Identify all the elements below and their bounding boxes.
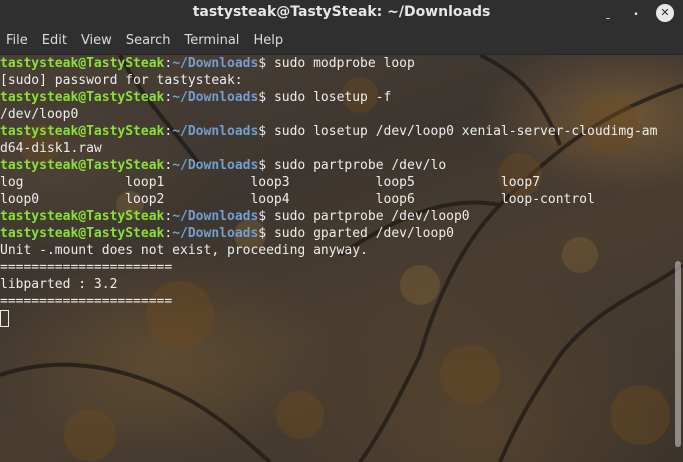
command-text: sudo losetup /dev/loop0 xenial-server-cl… <box>273 124 658 139</box>
minimize-icon[interactable]: ˍ <box>598 3 618 23</box>
terminal-prompt-line: tastysteak@TastySteak:~/Downloads$ sudo … <box>0 225 657 242</box>
prompt-symbol: $ <box>258 124 274 139</box>
terminal-prompt-line: tastysteak@TastySteak:~/Downloads$ sudo … <box>0 89 657 106</box>
prompt-user: tastysteak@TastySteak <box>0 56 165 71</box>
prompt-symbol: $ <box>258 90 274 105</box>
terminal-output-line: libparted : 3.2 <box>0 277 118 292</box>
terminal-output-line: ====================== <box>0 260 173 275</box>
command-text: sudo partprobe /dev/lo <box>273 158 447 173</box>
terminal-prompt-line: tastysteak@TastySteak:~/Downloads$ sudo … <box>0 55 657 72</box>
terminal-output-area[interactable]: tastysteak@TastySteak:~/Downloads$ sudo … <box>0 55 683 462</box>
prompt-path: ~/Downloads <box>172 226 259 241</box>
terminal-output-line: ====================== <box>0 294 173 309</box>
menu-terminal[interactable]: Terminal <box>177 33 246 48</box>
close-icon[interactable]: ✕ <box>656 4 674 22</box>
command-text: sudo losetup -f <box>273 90 392 105</box>
prompt-user: tastysteak@TastySteak <box>0 90 165 105</box>
command-text: sudo gparted /dev/loop0 <box>273 226 454 241</box>
prompt-symbol: $ <box>258 226 274 241</box>
command-text: sudo modprobe loop <box>273 56 415 71</box>
terminal-output-line: [sudo] password for tastysteak: <box>0 73 243 88</box>
terminal-output-line: log loop1 loop3 loop5 loop7 <box>0 175 541 190</box>
prompt-symbol: $ <box>258 56 274 71</box>
menu-file[interactable]: File <box>0 33 35 48</box>
menu-bar: File Edit View Search Terminal Help <box>0 26 683 55</box>
prompt-path: ~/Downloads <box>172 90 259 105</box>
window-title: tastysteak@TastySteak: ~/Downloads <box>192 4 491 20</box>
menu-search[interactable]: Search <box>119 33 178 48</box>
prompt-path: ~/Downloads <box>172 56 259 71</box>
prompt-user: tastysteak@TastySteak <box>0 158 165 173</box>
terminal-output-line: loop0 loop2 loop4 loop6 loop-control <box>0 192 595 207</box>
terminal-output-line: d64-disk1.raw <box>0 141 102 156</box>
prompt-symbol: $ <box>258 158 274 173</box>
terminal-text: tastysteak@TastySteak:~/Downloads$ sudo … <box>0 55 657 327</box>
terminal-input-line <box>0 310 657 327</box>
prompt-user: tastysteak@TastySteak <box>0 209 165 224</box>
menu-help[interactable]: Help <box>246 33 290 48</box>
text-cursor[interactable] <box>0 310 9 327</box>
prompt-user: tastysteak@TastySteak <box>0 226 165 241</box>
terminal-output-line: /dev/loop0 <box>0 107 79 122</box>
prompt-symbol: $ <box>258 209 274 224</box>
menu-edit[interactable]: Edit <box>35 33 74 48</box>
command-text: sudo partprobe /dev/loop0 <box>273 209 470 224</box>
terminal-prompt-line: tastysteak@TastySteak:~/Downloads$ sudo … <box>0 208 657 225</box>
terminal-prompt-line: tastysteak@TastySteak:~/Downloads$ sudo … <box>0 123 657 140</box>
title-bar[interactable]: tastysteak@TastySteak: ~/Downloads ˍ ⬝ ✕ <box>0 0 683 26</box>
prompt-path: ~/Downloads <box>172 158 259 173</box>
terminal-prompt-line: tastysteak@TastySteak:~/Downloads$ sudo … <box>0 157 657 174</box>
scrollbar[interactable] <box>675 261 681 447</box>
menu-view[interactable]: View <box>74 33 119 48</box>
prompt-user: tastysteak@TastySteak <box>0 124 165 139</box>
terminal-window: tastysteak@TastySteak: ~/Downloads ˍ ⬝ ✕… <box>0 0 683 462</box>
maximize-icon[interactable]: ⬝ <box>626 3 646 23</box>
prompt-path: ~/Downloads <box>172 209 259 224</box>
prompt-path: ~/Downloads <box>172 124 259 139</box>
terminal-output-line: Unit -.mount does not exist, proceeding … <box>0 243 368 258</box>
